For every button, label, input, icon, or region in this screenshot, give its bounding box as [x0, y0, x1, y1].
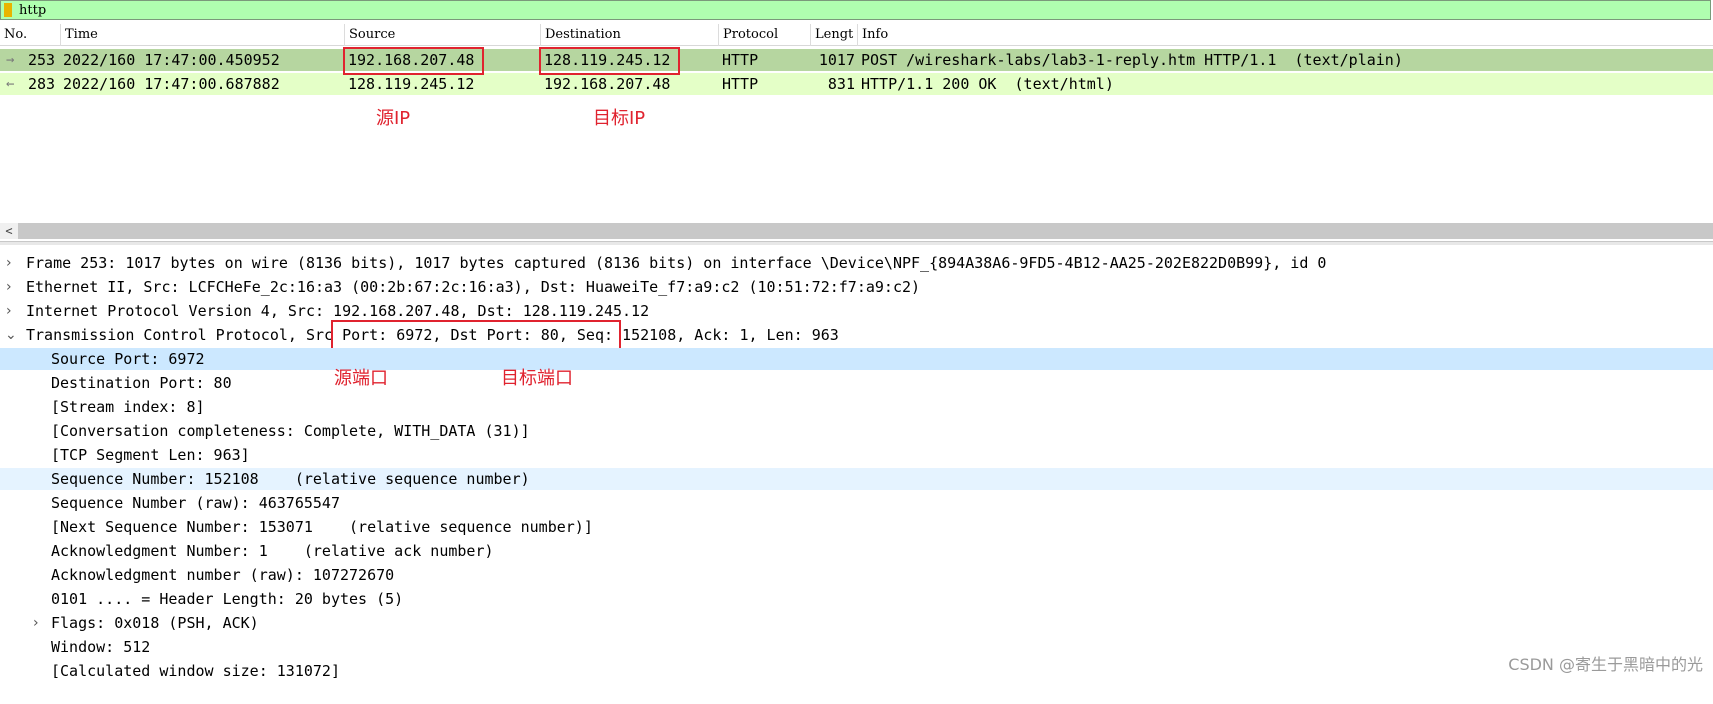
- tree-field-ack-number[interactable]: Acknowledgment Number: 1 (relative ack n…: [0, 540, 1713, 562]
- packet-info: HTTP/1.1 200 OK (text/html): [861, 75, 1114, 93]
- tree-field-label: Source Port: 6972: [51, 350, 205, 368]
- tree-field-destination-port[interactable]: Destination Port: 80: [0, 372, 1713, 394]
- tree-field-label: [Next Sequence Number: 153071 (relative …: [51, 518, 593, 536]
- packet-time: 2022/160 17:47:00.450952: [63, 51, 280, 69]
- tree-item-ethernet[interactable]: › Ethernet II, Src: LCFCHeFe_2c:16:a3 (0…: [0, 276, 1713, 298]
- tree-field-ack-number-raw[interactable]: Acknowledgment number (raw): 107272670: [0, 564, 1713, 586]
- destination-ip-annotation: 目标IP: [593, 108, 646, 129]
- tree-field-label: [Stream index: 8]: [51, 398, 205, 416]
- tree-field-label: 0101 .... = Header Length: 20 bytes (5): [51, 590, 404, 608]
- request-arrow-icon: →: [6, 52, 15, 68]
- tree-field-label: Window: 512: [51, 638, 151, 656]
- chevron-right-icon[interactable]: ›: [6, 300, 12, 322]
- packet-length: 1017: [818, 51, 855, 69]
- packet-no: 283: [28, 75, 56, 93]
- column-destination[interactable]: Destination: [540, 24, 718, 46]
- column-time[interactable]: Time: [60, 24, 344, 46]
- tree-item-ip[interactable]: › Internet Protocol Version 4, Src: 192.…: [0, 300, 1713, 322]
- response-arrow-icon: ←: [6, 76, 15, 92]
- chevron-down-icon[interactable]: ⌄: [5, 324, 17, 346]
- tree-field-label: Flags: 0x018 (PSH, ACK): [51, 614, 259, 632]
- tree-field-label: Sequence Number: 152108 (relative sequen…: [51, 470, 530, 488]
- packet-list-header: No. Time Source Destination Protocol Len…: [0, 24, 1713, 46]
- tree-field-segment-len[interactable]: [TCP Segment Len: 963]: [0, 444, 1713, 466]
- destination-ip-highlight-box: [539, 47, 680, 75]
- pane-divider[interactable]: [0, 241, 1713, 245]
- watermark: CSDN @寄生于黑暗中的光: [1508, 655, 1703, 674]
- tree-field-label: Destination Port: 80: [51, 374, 232, 392]
- packet-time: 2022/160 17:47:00.687882: [63, 75, 280, 93]
- tree-field-label: Acknowledgment Number: 1 (relative ack n…: [51, 542, 494, 560]
- scroll-left-icon[interactable]: <: [0, 223, 18, 239]
- bookmark-icon[interactable]: [4, 3, 12, 17]
- packet-length: 831: [827, 75, 855, 93]
- tree-item-frame[interactable]: › Frame 253: 1017 bytes on wire (8136 bi…: [0, 252, 1713, 274]
- packet-no: 253: [28, 51, 56, 69]
- tree-field-sequence-number[interactable]: Sequence Number: 152108 (relative sequen…: [0, 468, 1713, 490]
- source-ip-highlight-box: [343, 47, 484, 75]
- packet-row[interactable]: → 253 2022/160 17:47:00.450952 192.168.2…: [0, 49, 1713, 71]
- tree-item-label: Frame 253: 1017 bytes on wire (8136 bits…: [26, 254, 1327, 272]
- column-length[interactable]: Lengt: [810, 24, 857, 46]
- tree-field-window[interactable]: Window: 512: [0, 636, 1713, 658]
- packet-destination: 192.168.207.48: [544, 75, 671, 93]
- tree-field-label: [Conversation completeness: Complete, WI…: [51, 422, 530, 440]
- tcp-prefix: Transmission Control Protocol,: [26, 326, 306, 344]
- ports-highlight-box: [331, 320, 621, 350]
- column-source[interactable]: Source: [344, 24, 540, 46]
- tree-item-label: Ethernet II, Src: LCFCHeFe_2c:16:a3 (00:…: [26, 278, 921, 296]
- packet-info: POST /wireshark-labs/lab3-1-reply.htm HT…: [861, 51, 1403, 69]
- tree-field-calculated-window-size[interactable]: [Calculated window size: 131072]: [0, 660, 1713, 682]
- packet-row[interactable]: ← 283 2022/160 17:47:00.687882 128.119.2…: [0, 73, 1713, 95]
- destination-port-annotation: 目标端口: [501, 368, 573, 389]
- source-port-annotation: 源端口: [334, 368, 388, 389]
- chevron-right-icon[interactable]: ›: [33, 612, 39, 634]
- packet-protocol: HTTP: [722, 75, 759, 93]
- tree-field-next-sequence-number[interactable]: [Next Sequence Number: 153071 (relative …: [0, 516, 1713, 538]
- packet-protocol: HTTP: [722, 51, 759, 69]
- tree-field-conversation-completeness[interactable]: [Conversation completeness: Complete, WI…: [0, 420, 1713, 442]
- filter-input[interactable]: http: [19, 3, 46, 18]
- tree-field-label: [TCP Segment Len: 963]: [51, 446, 250, 464]
- chevron-right-icon[interactable]: ›: [6, 276, 12, 298]
- tree-field-stream-index[interactable]: [Stream index: 8]: [0, 396, 1713, 418]
- tree-field-flags[interactable]: › Flags: 0x018 (PSH, ACK): [0, 612, 1713, 634]
- tree-field-sequence-number-raw[interactable]: Sequence Number (raw): 463765547: [0, 492, 1713, 514]
- column-info[interactable]: Info: [857, 24, 1713, 46]
- packet-source: 128.119.245.12: [348, 75, 475, 93]
- tree-field-source-port[interactable]: Source Port: 6972: [0, 348, 1713, 370]
- tree-item-tcp[interactable]: ⌄ Transmission Control Protocol, Src Por…: [0, 324, 1713, 346]
- tree-field-label: Acknowledgment number (raw): 107272670: [51, 566, 395, 584]
- tree-field-label: [Calculated window size: 131072]: [51, 662, 340, 680]
- chevron-right-icon[interactable]: ›: [6, 252, 12, 274]
- tree-field-header-length[interactable]: 0101 .... = Header Length: 20 bytes (5): [0, 588, 1713, 610]
- column-protocol[interactable]: Protocol: [718, 24, 810, 46]
- display-filter-bar[interactable]: http: [0, 0, 1711, 20]
- source-ip-annotation: 源IP: [376, 108, 411, 129]
- packet-list-scrollbar[interactable]: <: [0, 223, 1713, 239]
- tree-item-label: Internet Protocol Version 4, Src: 192.16…: [26, 302, 650, 320]
- tree-field-label: Sequence Number (raw): 463765547: [51, 494, 340, 512]
- column-no[interactable]: No.: [0, 24, 60, 46]
